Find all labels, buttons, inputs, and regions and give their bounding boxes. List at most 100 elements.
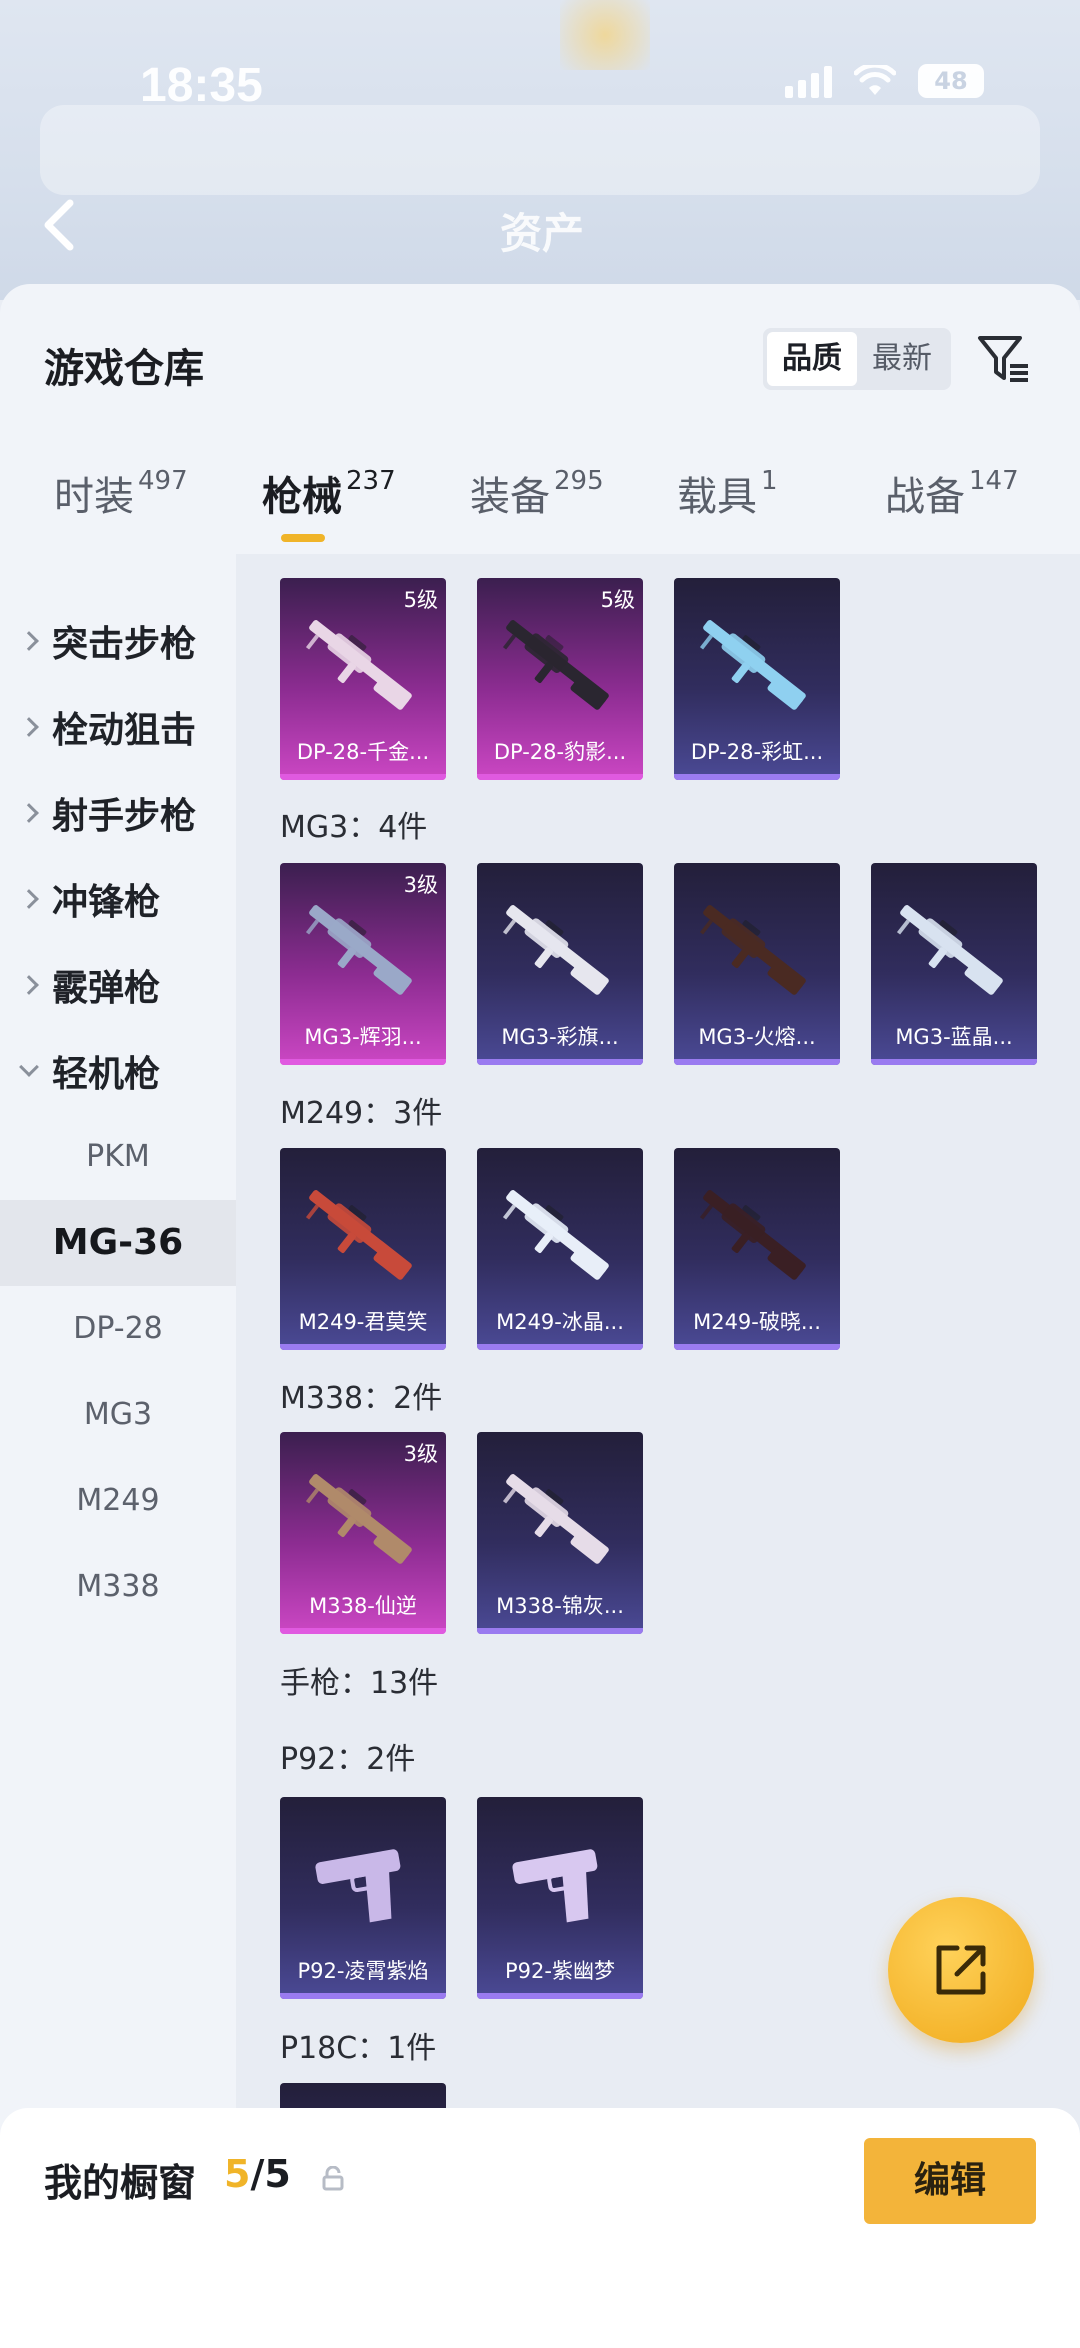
sidebar-item-label: 栓动狙击 xyxy=(52,710,197,751)
item-card[interactable]: MG3-火熔... xyxy=(674,863,840,1065)
share-icon xyxy=(936,1945,986,1995)
rarity-bar xyxy=(477,774,643,780)
sidebar-subitem-m338[interactable]: M338 xyxy=(0,1544,236,1630)
section-header: MG3：4件 xyxy=(280,810,428,845)
item-card[interactable]: 3级 MG3-辉羽... xyxy=(280,863,446,1065)
weapon-image xyxy=(305,905,412,995)
sidebar-subitem-dp28[interactable]: DP-28 xyxy=(0,1286,236,1372)
sidebar-subitem-mg3[interactable]: MG3 xyxy=(0,1372,236,1458)
item-level-badge: 3级 xyxy=(403,873,438,897)
sidebar-item-marksman-rifle[interactable]: 射手步枪 xyxy=(0,770,236,856)
weapon-image xyxy=(699,905,806,995)
item-name: M338-锦灰... xyxy=(496,1594,624,1618)
item-card[interactable]: M249-破晓... xyxy=(674,1148,840,1350)
sidebar-item-shotgun[interactable]: 霰弹枪 xyxy=(0,942,236,1028)
item-name: MG3-火熔... xyxy=(698,1025,816,1049)
item-level-badge: 3级 xyxy=(403,1442,438,1466)
signal-icon xyxy=(785,64,832,98)
header-haze xyxy=(40,105,1040,195)
tab-label: 载具 xyxy=(677,474,757,520)
sheet-title: 游戏仓库 xyxy=(44,346,204,392)
rarity-bar xyxy=(477,1993,643,1999)
item-name: P92-紫幽梦 xyxy=(505,1959,615,1983)
share-button[interactable] xyxy=(888,1897,1034,2043)
rarity-bar xyxy=(674,1344,840,1350)
item-card[interactable]: P92-紫幽梦 xyxy=(477,1797,643,1999)
item-card[interactable]: M249-君莫笑 xyxy=(280,1148,446,1350)
item-card[interactable]: P92-凌霄紫焰 xyxy=(280,1797,446,1999)
tab-count: 1 xyxy=(761,466,778,496)
tab-count: 497 xyxy=(138,466,188,496)
header-glow xyxy=(560,0,650,70)
chevron-right-icon xyxy=(19,631,39,651)
category-tabs: 时装 497 枪械 237 装备 295 载具 1 战备 147 xyxy=(0,464,1080,564)
item-name: MG3-辉羽... xyxy=(304,1025,422,1049)
chevron-right-icon xyxy=(19,717,39,737)
item-card[interactable]: 5级 DP-28-豹影... xyxy=(477,578,643,780)
sidebar-item-label: 突击步枪 xyxy=(52,624,197,665)
rarity-bar xyxy=(871,1059,1037,1065)
sidebar-item-bolt-sniper[interactable]: 栓动狙击 xyxy=(0,684,236,770)
wifi-icon xyxy=(854,65,896,97)
tab-equipment[interactable]: 装备 295 xyxy=(470,464,604,564)
item-card[interactable]: 5级 DP-28-千金... xyxy=(280,578,446,780)
tab-label: 时装 xyxy=(54,474,134,520)
item-name: M249-君莫笑 xyxy=(298,1310,428,1334)
weapon-image xyxy=(699,1190,806,1280)
showcase-bar: 我的橱窗 5/5 编辑 xyxy=(0,2108,1080,2348)
item-name: MG3-彩旗... xyxy=(501,1025,619,1049)
weapon-image xyxy=(512,1849,598,1923)
tab-label: 装备 xyxy=(470,474,550,520)
status-icons: 48 xyxy=(785,64,984,98)
sidebar-item-lmg[interactable]: 轻机枪 xyxy=(0,1028,236,1114)
sort-latest-button[interactable]: 最新 xyxy=(857,332,947,386)
tab-fashion[interactable]: 时装 497 xyxy=(54,464,188,564)
tab-supplies[interactable]: 战备 147 xyxy=(885,464,1019,564)
sidebar-item-label: 冲锋枪 xyxy=(52,882,161,923)
sidebar-subitem-mg36[interactable]: MG-36 xyxy=(0,1200,236,1286)
item-name: M249-冰晶... xyxy=(496,1310,624,1334)
section-header: P92：2件 xyxy=(280,1742,416,1777)
weapon-image xyxy=(305,1474,412,1564)
sidebar-subitem-m249[interactable]: M249 xyxy=(0,1458,236,1544)
weapon-image xyxy=(305,620,412,710)
weapon-image xyxy=(502,905,609,995)
section-header: M249：3件 xyxy=(280,1096,443,1131)
sidebar-item-assault-rifle[interactable]: 突击步枪 xyxy=(0,598,236,684)
sidebar-item-label: 射手步枪 xyxy=(52,796,197,837)
sidebar-subitem-pkm[interactable]: PKM xyxy=(0,1114,236,1200)
item-name: DP-28-千金... xyxy=(296,740,430,764)
item-card[interactable]: M249-冰晶... xyxy=(477,1148,643,1350)
weapon-type-sidebar: 突击步枪 栓动狙击 射手步枪 冲锋枪 霰弹枪 轻机枪 PKM MG-36 DP-… xyxy=(0,554,236,2348)
filter-icon[interactable] xyxy=(974,328,1034,388)
section-header: 手枪：13件 xyxy=(280,1666,439,1701)
item-name: DP-28-豹影... xyxy=(493,740,627,764)
tab-vehicles[interactable]: 载具 1 xyxy=(677,464,778,564)
tab-guns[interactable]: 枪械 237 xyxy=(262,464,396,564)
weapon-image xyxy=(502,1190,609,1280)
item-card[interactable]: M338-锦灰... xyxy=(477,1432,643,1634)
rarity-bar xyxy=(280,1628,446,1634)
item-card[interactable]: 3级 M338-仙逆 xyxy=(280,1432,446,1634)
chevron-down-icon xyxy=(19,1057,39,1077)
showcase-current: 5 xyxy=(224,2152,251,2196)
battery-icon: 48 xyxy=(918,64,984,98)
edit-button[interactable]: 编辑 xyxy=(864,2138,1036,2224)
item-name: P92-凌霄紫焰 xyxy=(297,1959,429,1983)
item-name: M338-仙逆 xyxy=(309,1594,417,1618)
item-card[interactable]: MG3-彩旗... xyxy=(477,863,643,1065)
back-arrow-icon[interactable] xyxy=(40,195,80,255)
weapon-image xyxy=(315,1849,401,1923)
item-card[interactable]: DP-28-彩虹... xyxy=(674,578,840,780)
rarity-bar xyxy=(280,1059,446,1065)
sidebar-item-label: 轻机枪 xyxy=(52,1054,161,1095)
sort-quality-button[interactable]: 品质 xyxy=(767,332,857,386)
weapon-image xyxy=(502,620,609,710)
showcase-total: /5 xyxy=(250,2152,291,2196)
chevron-right-icon xyxy=(19,889,39,909)
item-card[interactable]: MG3-蓝晶... xyxy=(871,863,1037,1065)
chevron-right-icon xyxy=(19,975,39,995)
sidebar-item-smg[interactable]: 冲锋枪 xyxy=(0,856,236,942)
weapon-image xyxy=(896,905,1003,995)
tab-label: 枪械 xyxy=(262,474,342,520)
